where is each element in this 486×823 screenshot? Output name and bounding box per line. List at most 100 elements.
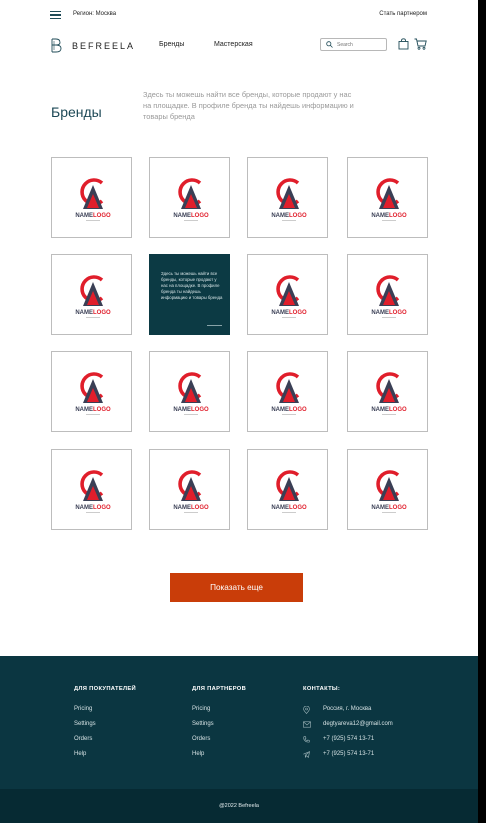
svg-text:NAMELOGO: NAMELOGO [173, 213, 209, 219]
svg-text:NAMELOGO: NAMELOGO [271, 407, 307, 413]
contact-location-text: Россия, г. Москва [323, 706, 372, 712]
footer-partners-link[interactable]: Pricing [192, 706, 246, 712]
brand-card[interactable]: NAMELOGO [247, 351, 328, 432]
logo-name-left: NAME [173, 213, 191, 219]
svg-text:NAMELOGO: NAMELOGO [75, 505, 111, 511]
logo-name-left: NAME [75, 213, 93, 219]
contact-location: Россия, г. Москва [303, 706, 393, 714]
brand-card[interactable]: NAMELOGO [149, 157, 230, 238]
brand-logo-icon: NAMELOGO [371, 178, 407, 221]
footer-buyers-link[interactable]: Settings [74, 721, 136, 727]
brand-card[interactable]: NAMELOGO [247, 157, 328, 238]
logo-name-left: NAME [173, 505, 191, 511]
contact-telegram-text[interactable]: +7 (925) 574 13-71 [323, 751, 374, 757]
nav-workshop[interactable]: Мастерская [214, 41, 253, 48]
brand-logo-icon: NAMELOGO [75, 178, 111, 221]
svg-text:NAMELOGO: NAMELOGO [371, 407, 407, 413]
brand-card[interactable]: NAMELOGO [51, 157, 132, 238]
brand-card[interactable]: NAMELOGO [247, 449, 328, 530]
logo-name-left: NAME [75, 505, 93, 511]
logo-text[interactable]: BEFREELA [72, 41, 135, 51]
brand-card[interactable]: NAMELOGO [51, 351, 132, 432]
logo-name-right: LOGO [289, 310, 307, 316]
footer-buyers-link[interactable]: Orders [74, 736, 136, 742]
page: Регион: Москва Стать партнером BEFREELA … [0, 0, 478, 823]
svg-text:NAMELOGO: NAMELOGO [75, 310, 111, 316]
show-more-button[interactable]: Показать еще [170, 573, 303, 602]
brand-card[interactable]: NAMELOGO [347, 157, 428, 238]
brand-logo-icon: NAMELOGO [75, 470, 111, 513]
phone-icon [303, 736, 310, 743]
brand-card[interactable]: NAMELOGO [51, 254, 132, 335]
logo-name-left: NAME [271, 505, 289, 511]
contact-telegram[interactable]: +7 (925) 574 13-71 [303, 751, 393, 758]
footer: ДЛЯ ПОКУПАТЕЛЕЙ Pricing Settings Orders … [0, 656, 478, 789]
logo-icon[interactable] [50, 37, 64, 54]
brand-logo-icon: NAMELOGO [271, 178, 307, 221]
logo-name-right: LOGO [389, 310, 407, 316]
logo-name-right: LOGO [191, 407, 209, 413]
brand-logo-icon: NAMELOGO [371, 275, 407, 318]
bag-icon[interactable] [398, 38, 409, 50]
contact-email-text[interactable]: degtyareva12@gmail.com [323, 721, 393, 727]
brand-card[interactable]: NAMELOGO [347, 254, 428, 335]
logo-name-left: NAME [371, 213, 389, 219]
logo-name-right: LOGO [389, 505, 407, 511]
footer-buyers-column: ДЛЯ ПОКУПАТЕЛЕЙ Pricing Settings Orders … [74, 686, 136, 766]
menu-icon[interactable] [50, 11, 61, 19]
logo-name-right: LOGO [93, 407, 111, 413]
brand-logo-icon: NAMELOGO [173, 470, 209, 513]
search-input[interactable] [337, 40, 382, 49]
copyright: @2022 Befreela [219, 803, 259, 809]
cart-icon[interactable] [414, 38, 427, 50]
logo-name-left: NAME [371, 310, 389, 316]
brand-card[interactable]: NAMELOGO [347, 351, 428, 432]
footer-buyers-link[interactable]: Help [74, 751, 136, 757]
search-box[interactable] [320, 38, 387, 51]
contact-email[interactable]: degtyareva12@gmail.com [303, 721, 393, 728]
brand-card[interactable]: NAMELOGO [247, 254, 328, 335]
logo-name-left: NAME [271, 213, 289, 219]
logo-name-right: LOGO [191, 505, 209, 511]
brand-logo-icon: NAMELOGO [271, 470, 307, 513]
region-selector[interactable]: Регион: Москва [73, 11, 116, 17]
logo-name-right: LOGO [93, 213, 111, 219]
footer-partners-link[interactable]: Settings [192, 721, 246, 727]
nav-brands[interactable]: Бренды [159, 41, 184, 48]
logo-name-right: LOGO [289, 407, 307, 413]
contact-phone[interactable]: +7 (925) 574 13-71 [303, 736, 393, 743]
telegram-icon [303, 751, 310, 758]
footer-partners-link[interactable]: Help [192, 751, 246, 757]
footer-partners-heading: ДЛЯ ПАРТНЕРОВ [192, 686, 247, 692]
brand-card[interactable]: NAMELOGO [51, 449, 132, 530]
svg-text:NAMELOGO: NAMELOGO [75, 407, 111, 413]
brand-card-description: Здесь ты можешь найти все бренды, которы… [161, 271, 223, 300]
svg-text:NAMELOGO: NAMELOGO [271, 213, 307, 219]
brand-logo-icon: NAMELOGO [75, 275, 111, 318]
svg-text:NAMELOGO: NAMELOGO [271, 310, 307, 316]
brand-card[interactable]: Здесь ты можешь найти все бренды, которы… [149, 254, 230, 335]
logo-name-left: NAME [371, 407, 389, 413]
footer-bottom-bar: @2022 Befreela [0, 789, 478, 823]
footer-partners-link[interactable]: Orders [192, 736, 246, 742]
logo-name-right: LOGO [191, 213, 209, 219]
logo-name-left: NAME [75, 310, 93, 316]
brand-logo-icon: NAMELOGO [75, 372, 111, 415]
brand-logo-icon: NAMELOGO [271, 275, 307, 318]
brand-logo-icon: NAMELOGO [371, 470, 407, 513]
logo-name-right: LOGO [93, 505, 111, 511]
contact-phone-text[interactable]: +7 (925) 574 13-71 [323, 736, 374, 742]
brand-card[interactable]: NAMELOGO [347, 449, 428, 530]
brand-card[interactable]: NAMELOGO [149, 351, 230, 432]
brand-card[interactable]: NAMELOGO [149, 449, 230, 530]
footer-buyers-link[interactable]: Pricing [74, 706, 136, 712]
page-description: Здесь ты можешь найти все бренды, которы… [143, 90, 354, 121]
footer-buyers-heading: ДЛЯ ПОКУПАТЕЛЕЙ [74, 686, 137, 692]
logo-name-right: LOGO [389, 213, 407, 219]
logo-name-left: NAME [371, 505, 389, 511]
logo-name-left: NAME [271, 310, 289, 316]
become-partner-link[interactable]: Стать партнером [379, 11, 427, 17]
logo-name-left: NAME [75, 407, 93, 413]
footer-contacts-column: КОНТАКТЫ: Россия, г. Москва degtyareva12… [303, 686, 393, 766]
page-title: Бренды [51, 104, 102, 120]
